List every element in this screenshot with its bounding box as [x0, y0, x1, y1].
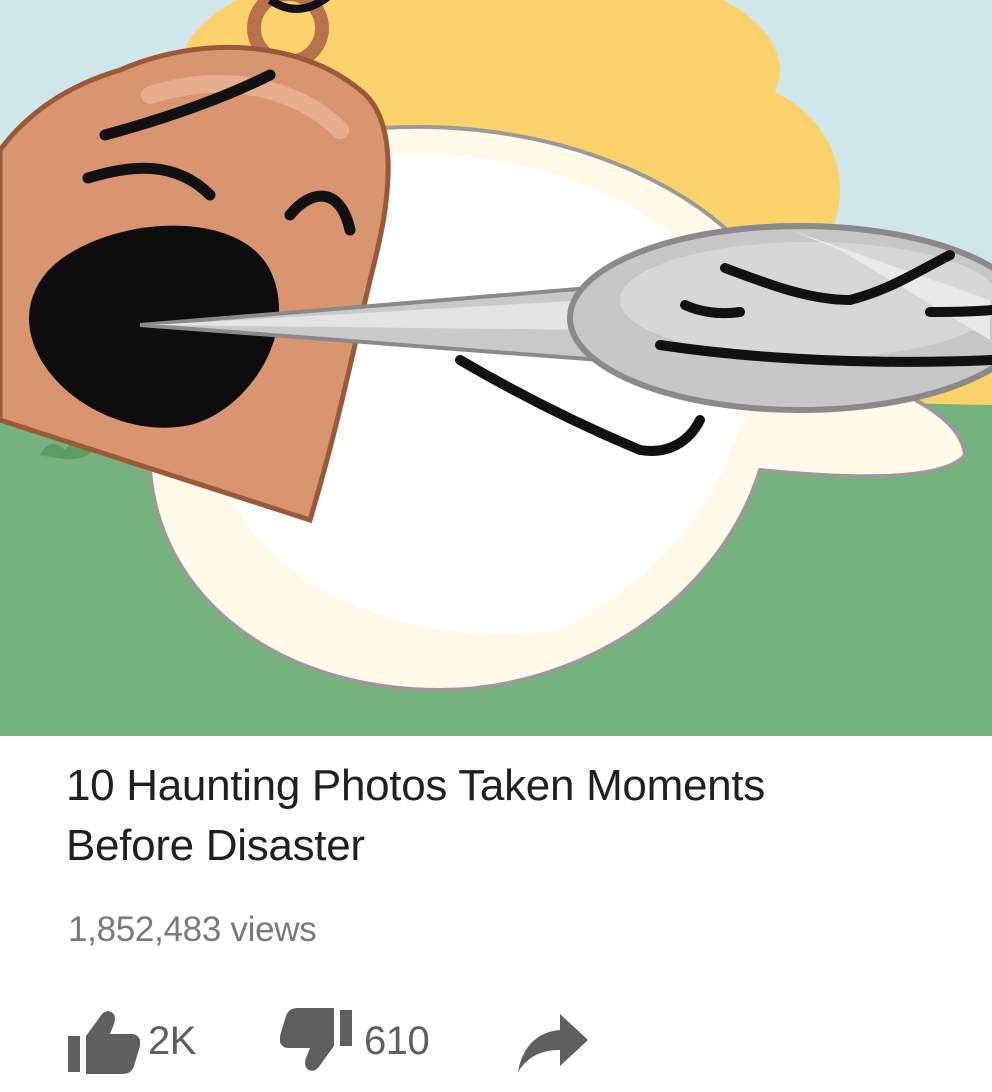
like-count: 2K — [148, 1018, 196, 1063]
share-button[interactable] — [516, 1006, 592, 1076]
view-count: 1,852,483 views — [68, 910, 317, 949]
thumbnail-cartoon-illustration — [0, 0, 992, 736]
dislike-count: 610 — [364, 1018, 430, 1063]
like-button[interactable]: 2K — [64, 1006, 196, 1076]
share-arrow-icon — [516, 1006, 592, 1076]
thumbs-up-icon — [64, 1006, 141, 1076]
dislike-button[interactable]: 610 — [279, 1006, 430, 1076]
action-bar: 2K 610 — [64, 1006, 624, 1076]
thumbs-down-icon — [279, 1006, 356, 1076]
video-info-panel: 10 Haunting Photos Taken Moments Before … — [0, 736, 992, 1092]
video-thumbnail[interactable] — [0, 0, 992, 736]
video-title[interactable]: 10 Haunting Photos Taken Moments Before … — [66, 756, 826, 876]
